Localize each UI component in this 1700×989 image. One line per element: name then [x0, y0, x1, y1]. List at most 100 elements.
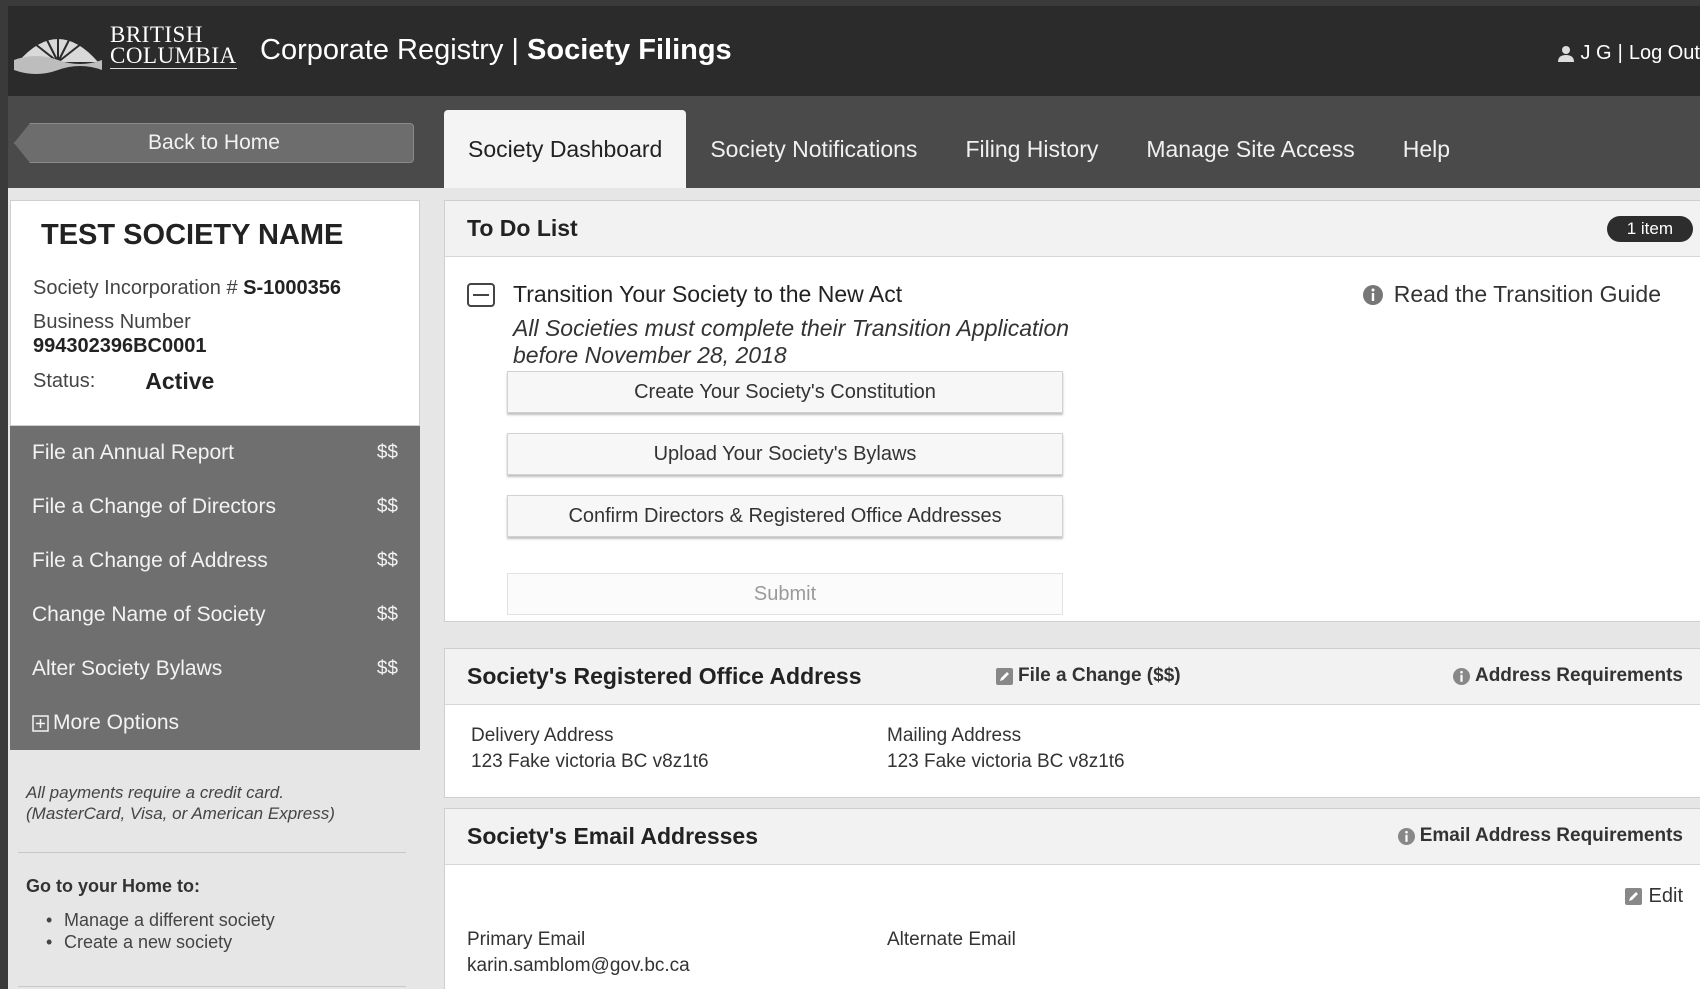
transition-guide-link[interactable]: Read the Transition Guide [1362, 281, 1661, 308]
tab-filing-history[interactable]: Filing History [941, 110, 1122, 188]
todo-panel-header: To Do List 1 item [445, 201, 1700, 257]
payment-note-line-1: All payments require a credit card. [26, 783, 284, 802]
transition-guide-label: Read the Transition Guide [1393, 281, 1661, 307]
tab-society-notifications[interactable]: Society Notifications [686, 110, 941, 188]
bc-logo-text: BRITISH COLUMBIA [110, 21, 237, 69]
alternate-email-label: Alternate Email [887, 929, 1016, 950]
primary-email-value: karin.samblom@gov.bc.ca [467, 955, 690, 976]
edit-email-link[interactable]: Edit [1624, 885, 1683, 908]
edit-label: Edit [1648, 885, 1683, 907]
submit-button[interactable]: Submit [507, 573, 1063, 615]
confirm-directors-addresses-button[interactable]: Confirm Directors & Registered Office Ad… [507, 495, 1063, 537]
delivery-address-label: Delivery Address [471, 725, 614, 746]
create-constitution-button[interactable]: Create Your Society's Constitution [507, 371, 1063, 413]
more-options-toggle[interactable]: More Options [10, 696, 420, 750]
app-title: Corporate Registry | Society Filings [260, 34, 732, 67]
mailing-address-label: Mailing Address [887, 725, 1022, 746]
todo-panel-body: Transition Your Society to the New Act A… [445, 257, 1700, 621]
email-title: Society's Email Addresses [467, 823, 758, 849]
action-price: $$ [376, 658, 398, 679]
tab-bar: Society Dashboard Society Notifications … [444, 110, 1474, 188]
alternate-email: Alternate Email [887, 927, 1016, 953]
email-requirements-link[interactable]: Email Address Requirements [1397, 825, 1683, 847]
office-address-panel: Society's Registered Office Address File… [444, 648, 1700, 798]
todo-panel: To Do List 1 item Transition Your Societ… [444, 200, 1700, 622]
office-address-title: Society's Registered Office Address [467, 663, 862, 689]
action-change-directors[interactable]: File a Change of Directors $$ [10, 480, 420, 534]
user-area: J G | Log Out [1557, 42, 1700, 65]
email-requirements-label: Email Address Requirements [1419, 825, 1683, 846]
app-window: BRITISH COLUMBIA Corporate Registry | So… [8, 6, 1700, 989]
incorporation-line: Society Incorporation # S-1000356 [33, 276, 397, 300]
collapse-minus-icon[interactable] [467, 283, 495, 307]
email-panel-body: Edit Primary Email karin.samblom@gov.bc.… [445, 865, 1700, 989]
nav-bar: Back to Home Society Dashboard Society N… [8, 96, 1700, 188]
info-icon [1452, 667, 1470, 685]
bc-logo[interactable]: BRITISH COLUMBIA [12, 14, 252, 78]
email-panel-header: Society's Email Addresses Email Address … [445, 809, 1700, 865]
app-title-registry: Corporate Registry | [260, 34, 528, 66]
header-separator: | [1617, 42, 1623, 64]
business-number: 994302396BC0001 [33, 335, 207, 357]
incorporation-label: Society Incorporation # [33, 277, 244, 299]
file-change-link[interactable]: File a Change ($$) [995, 665, 1181, 687]
back-to-home-button[interactable]: Back to Home [14, 123, 414, 163]
edit-icon [1624, 888, 1642, 905]
info-icon [1397, 827, 1415, 845]
payment-note-line-2: (MasterCard, Visa, or American Express) [26, 804, 335, 823]
primary-email: Primary Email karin.samblom@gov.bc.ca [467, 927, 690, 979]
todo-item-description: All Societies must complete their Transi… [513, 315, 1173, 369]
mailing-address: Mailing Address 123 Fake victoria BC v8z… [887, 723, 1125, 775]
app-title-filings: Society Filings [527, 34, 732, 66]
address-requirements-link[interactable]: Address Requirements [1452, 665, 1683, 687]
primary-email-label: Primary Email [467, 929, 586, 950]
list-item: Manage a different society [46, 909, 406, 931]
tab-society-dashboard[interactable]: Society Dashboard [444, 110, 687, 188]
action-label: File a Change of Address [32, 549, 268, 572]
action-label: File a Change of Directors [32, 495, 276, 518]
home-hint-title: Go to your Home to: [26, 876, 200, 896]
tab-help[interactable]: Help [1379, 110, 1474, 188]
file-change-label: File a Change ($$) [1018, 665, 1181, 686]
status-value: Active [145, 368, 215, 394]
logo-line-2: COLUMBIA [110, 42, 237, 69]
action-change-name[interactable]: Change Name of Society $$ [10, 588, 420, 642]
filing-actions-menu: File an Annual Report $$ File a Change o… [10, 426, 420, 750]
mailing-address-value: 123 Fake victoria BC v8z1t6 [887, 751, 1125, 772]
society-info-card: TEST SOCIETY NAME Society Incorporation … [10, 200, 420, 426]
todo-item-title: Transition Your Society to the New Act [513, 281, 903, 307]
action-annual-report[interactable]: File an Annual Report $$ [10, 426, 420, 480]
edit-icon [996, 667, 1013, 685]
business-number-label: Business Number [33, 311, 191, 333]
more-options-label: More Options [53, 711, 180, 734]
todo-desc-line-2: before November 28, 2018 [513, 342, 787, 368]
divider [18, 986, 406, 987]
action-alter-bylaws[interactable]: Alter Society Bylaws $$ [10, 642, 420, 696]
action-price: $$ [376, 442, 398, 463]
user-initials[interactable]: J G [1581, 42, 1612, 65]
action-label: Change Name of Society [32, 603, 266, 626]
user-icon [1557, 45, 1574, 62]
action-label: Alter Society Bylaws [32, 657, 223, 680]
society-name: TEST SOCIETY NAME [41, 219, 344, 251]
status-label: Status: [33, 370, 96, 392]
todo-desc-line-1: All Societies must complete their Transi… [513, 315, 1070, 341]
incorporation-number: S-1000356 [243, 277, 341, 299]
bc-sun-logo-icon [14, 26, 102, 74]
email-panel: Society's Email Addresses Email Address … [444, 808, 1700, 989]
office-address-body: Delivery Address 123 Fake victoria BC v8… [445, 705, 1700, 797]
list-item: Create a new society [46, 931, 406, 953]
action-label: File an Annual Report [32, 441, 234, 464]
info-icon [1362, 284, 1383, 305]
action-price: $$ [376, 496, 398, 517]
tab-manage-site-access[interactable]: Manage Site Access [1122, 110, 1378, 188]
office-address-header: Society's Registered Office Address File… [445, 649, 1700, 705]
delivery-address: Delivery Address 123 Fake victoria BC v8… [471, 723, 709, 775]
logo-line-1: BRITISH [110, 21, 203, 47]
delivery-address-value: 123 Fake victoria BC v8z1t6 [471, 751, 709, 772]
payment-note: All payments require a credit card. (Mas… [26, 782, 406, 824]
upload-bylaws-button[interactable]: Upload Your Society's Bylaws [507, 433, 1063, 475]
logout-link[interactable]: Log Out [1629, 42, 1700, 65]
plus-box-icon [32, 714, 49, 732]
action-change-address[interactable]: File a Change of Address $$ [10, 534, 420, 588]
